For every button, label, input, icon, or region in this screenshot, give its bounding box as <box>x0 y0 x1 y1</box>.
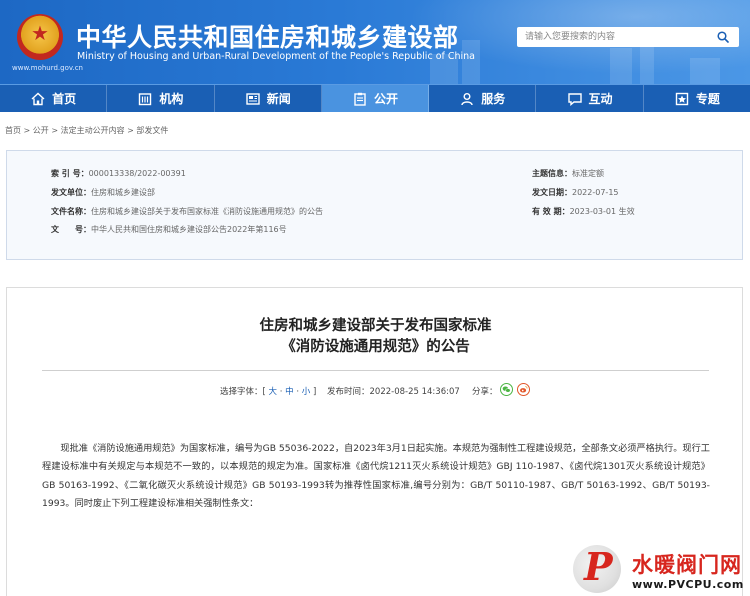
info-validity: 有 效 期：2023-03-01 生效 <box>532 206 635 217</box>
watermark-logo-letter: P <box>584 544 613 589</box>
breadcrumb-home[interactable]: 首页 <box>5 126 21 135</box>
info-label: 发文日期： <box>532 188 572 197</box>
font-size-label: 选择字体： <box>220 387 263 397</box>
site-header: www.mohurd.gov.cn 中华人民共和国住房和城乡建设部 Minist… <box>0 0 750 84</box>
nav-item-home[interactable]: 首页 <box>0 85 108 112</box>
building-icon <box>139 92 152 105</box>
info-unit: 发文单位：住房和城乡建设部 <box>51 187 155 198</box>
nav-item-interaction[interactable]: 互动 <box>536 85 644 112</box>
home-icon <box>31 92 45 105</box>
info-value: 2022-07-15 <box>572 188 619 197</box>
breadcrumb-public[interactable]: 公开 <box>33 126 49 135</box>
article-title-line2: 《消防设施通用规范》的公告 <box>281 339 470 355</box>
nav-item-service[interactable]: 服务 <box>429 85 537 112</box>
breadcrumb: 首页 > 公开 > 法定主动公开内容 > 部发文件 <box>5 125 168 136</box>
search-icon[interactable] <box>717 31 729 43</box>
publish-time: 发布时间：2022-08-25 14:36:07 <box>327 385 460 397</box>
breadcrumb-documents[interactable]: 部发文件 <box>136 126 168 135</box>
nav-item-public[interactable]: 公开 <box>321 85 430 112</box>
info-value: 住房和城乡建设部关于发布国家标准《消防设施通用规范》的公告 <box>91 207 323 216</box>
nav-label: 公开 <box>373 92 398 106</box>
breadcrumb-statutory[interactable]: 法定主动公开内容 <box>61 126 125 135</box>
info-label: 文 号： <box>51 225 91 234</box>
font-size-selector: 选择字体：[ 大 · 中 · 小 ] <box>220 385 316 397</box>
main-nav: 首页 机构 新闻 公开 服务 互动 专题 <box>0 84 750 112</box>
info-date: 发文日期：2022-07-15 <box>532 187 619 198</box>
bookmark-icon <box>675 92 689 105</box>
article-body: 现批准《消防设施通用规范》为国家标准，编号为GB 55036-2022，自202… <box>42 443 710 509</box>
newspaper-icon <box>245 92 260 105</box>
ministry-name-cn[interactable]: 中华人民共和国住房和城乡建设部 <box>76 18 459 54</box>
info-label: 文件名称： <box>51 207 91 216</box>
nav-label: 首页 <box>52 92 77 106</box>
search-box <box>517 27 739 47</box>
skyline-decoration <box>462 40 480 84</box>
chat-icon <box>567 92 582 106</box>
info-docno: 文 号：中华人民共和国住房和城乡建设部公告2022年第116号 <box>51 224 287 235</box>
article-title-line1: 住房和城乡建设部关于发布国家标准 <box>259 318 492 334</box>
info-label: 主题信息： <box>532 169 572 178</box>
site-domain: www.mohurd.gov.cn <box>12 64 83 72</box>
info-index: 索 引 号：000013338/2022-00391 <box>51 168 186 179</box>
nav-label: 服务 <box>481 92 506 106</box>
search-input[interactable] <box>525 29 705 45</box>
nav-label: 机构 <box>159 92 184 106</box>
info-value: 中华人民共和国住房和城乡建设部公告2022年第116号 <box>91 225 287 234</box>
info-value: 住房和城乡建设部 <box>91 188 155 197</box>
national-emblem-icon[interactable] <box>17 14 63 60</box>
watermark-name: 水暖阀门网 <box>632 553 742 577</box>
skyline-decoration <box>690 58 720 84</box>
info-value: 000013338/2022-00391 <box>88 169 186 178</box>
font-medium-link[interactable]: 中 <box>285 387 294 397</box>
document-info-box: 索 引 号：000013338/2022-00391 发文单位：住房和城乡建设部… <box>6 150 743 260</box>
wechat-share-icon[interactable] <box>500 383 513 396</box>
info-value: 2023-03-01 生效 <box>569 207 635 216</box>
font-large-link[interactable]: 大 <box>269 387 278 397</box>
breadcrumb-separator: > <box>48 126 61 135</box>
bracket-close: ] <box>310 387 317 397</box>
ministry-name-en: Ministry of Housing and Urban-Rural Deve… <box>77 51 476 62</box>
info-label: 有 效 期： <box>532 207 570 216</box>
info-topic: 主题信息：标准定额 <box>532 168 604 179</box>
nav-label: 互动 <box>588 92 613 106</box>
info-name: 文件名称：住房和城乡建设部关于发布国家标准《消防设施通用规范》的公告 <box>51 206 323 217</box>
people-icon <box>461 92 473 105</box>
info-label: 索 引 号： <box>51 169 89 178</box>
nav-label: 新闻 <box>266 92 291 106</box>
title-divider <box>42 370 709 371</box>
info-value: 标准定额 <box>572 169 604 178</box>
skyline-decoration <box>610 48 632 84</box>
nav-label: 专题 <box>695 92 720 106</box>
breadcrumb-separator: > <box>21 126 33 135</box>
nav-item-organization[interactable]: 机构 <box>107 85 215 112</box>
info-label: 发文单位： <box>51 188 91 197</box>
publish-label: 发布时间： <box>327 387 370 397</box>
nav-item-topics[interactable]: 专题 <box>644 85 750 112</box>
breadcrumb-separator: > <box>124 126 137 135</box>
watermark-url: www.PVCPU.com <box>632 578 744 591</box>
clipboard-icon <box>354 92 366 106</box>
font-separator: · <box>293 387 302 397</box>
site-watermark: P 水暖阀门网 www.PVCPU.com <box>570 543 750 596</box>
nav-item-news[interactable]: 新闻 <box>215 85 322 112</box>
share-label: 分享： <box>472 387 498 397</box>
weibo-share-icon[interactable] <box>517 383 530 396</box>
publish-value: 2022-08-25 14:36:07 <box>369 387 460 397</box>
font-separator: · <box>277 387 286 397</box>
